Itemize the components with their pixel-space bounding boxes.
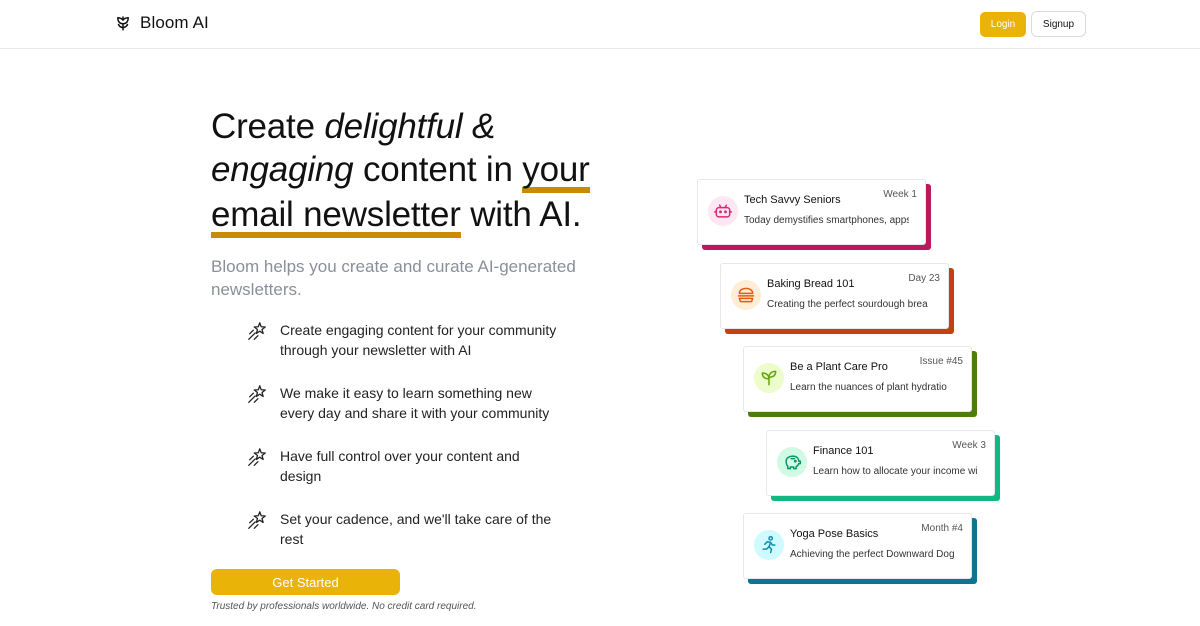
card-badge: Month #4 (921, 523, 963, 534)
card-title: Finance 101 (813, 445, 874, 457)
title-emphasis: engaging (211, 150, 354, 189)
card-badge: Week 1 (883, 189, 917, 200)
card-icon-wrap (754, 530, 784, 560)
feature-item: Set your cadence, and we'll take care of… (246, 509, 566, 553)
card-badge: Week 3 (952, 440, 986, 451)
card-description: Creating the perfect sourdough brea (767, 299, 928, 310)
card-icon-wrap (731, 280, 761, 310)
signup-button[interactable]: Signup (1031, 11, 1086, 37)
feature-text: Set your cadence, and we'll take care of… (280, 511, 552, 547)
brand[interactable]: Bloom AI (114, 13, 209, 33)
sparkle-star-icon (248, 511, 266, 529)
card-title: Baking Bread 101 (767, 278, 855, 290)
card-description: Learn how to allocate your income wis (813, 466, 978, 477)
card-badge: Issue #45 (919, 356, 963, 367)
feature-text: Create engaging content for your communi… (280, 322, 557, 358)
card-title: Yoga Pose Basics (790, 528, 879, 540)
sparkle-star-icon (248, 448, 266, 466)
brand-name: Bloom AI (140, 13, 209, 32)
burger-icon (737, 287, 755, 303)
top-navbar: Bloom AI Login Signup (0, 0, 1200, 49)
card-icon-wrap (754, 363, 784, 393)
title-emphasis: delightful & (324, 107, 496, 146)
newsletter-card[interactable]: Tech Savvy Seniors Week 1 Today demystif… (697, 179, 926, 245)
card-description: Achieving the perfect Downward Dog, (790, 549, 955, 560)
title-part: Create (211, 107, 325, 146)
sparkle-star-icon (248, 385, 266, 403)
feature-item: We make it easy to learn something new e… (246, 383, 566, 427)
title-highlight: email newsletter (211, 197, 461, 238)
hero-subtitle: Bloom helps you create and curate AI-gen… (211, 257, 576, 299)
login-button[interactable]: Login (980, 12, 1026, 37)
newsletter-card[interactable]: Be a Plant Care Pro Issue #45 Learn the … (743, 346, 972, 412)
title-highlight: your (522, 152, 590, 193)
newsletter-card[interactable]: Finance 101 Week 3 Learn how to allocate… (766, 430, 995, 496)
feature-text: Have full control over your content and … (280, 448, 520, 484)
trust-note: Trusted by professionals worldwide. No c… (211, 601, 477, 612)
feature-item: Create engaging content for your communi… (246, 320, 566, 364)
card-description: Today demystifies smartphones, apps (744, 215, 909, 226)
piggy-bank-icon (785, 455, 802, 470)
newsletter-card[interactable]: Baking Bread 101 Day 23 Creating the per… (720, 263, 949, 329)
robot-icon (713, 204, 733, 218)
card-badge: Day 23 (908, 273, 940, 284)
flower-logo-icon (117, 16, 129, 31)
running-figure-icon (762, 535, 776, 554)
leaf-icon (761, 370, 777, 386)
card-title: Be a Plant Care Pro (790, 361, 888, 373)
title-part: with AI. (460, 195, 582, 234)
newsletter-card[interactable]: Yoga Pose Basics Month #4 Achieving the … (743, 513, 972, 579)
card-icon-wrap (777, 447, 807, 477)
card-description: Learn the nuances of plant hydratio (790, 382, 947, 393)
get-started-button[interactable]: Get Started (211, 569, 400, 595)
sparkle-star-icon (248, 322, 266, 340)
feature-text: We make it easy to learn something new e… (280, 385, 550, 421)
hero-title: Create delightful & engaging content in y… (211, 105, 611, 238)
card-title: Tech Savvy Seniors (744, 194, 841, 206)
card-icon-wrap (708, 196, 738, 226)
title-part: content in (353, 150, 523, 189)
feature-item: Have full control over your content and … (246, 446, 566, 490)
